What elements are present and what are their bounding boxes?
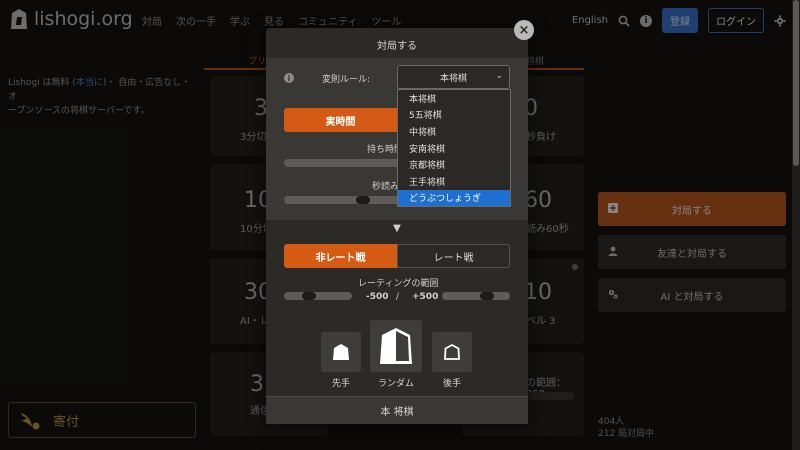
rating-max-value: +500 [412,292,439,302]
rating-separator: / [396,292,400,302]
expand-toggle[interactable]: ▼ [266,220,528,236]
random-label: ランダム [377,379,414,389]
gote-button[interactable] [432,332,472,372]
variant-option[interactable]: 中将棋 [398,123,510,140]
variant-label: 変則ルール: [322,75,371,85]
variant-dropdown: 本将棋 5五将棋 中将棋 安南将棋 京都将棋 王手将棋 どうぶつしょうぎ [397,89,511,208]
close-button[interactable]: × [514,20,534,40]
modal-header: 対局する [266,28,528,58]
random-piece-icon [380,328,412,364]
casual-option[interactable]: 非レート戦 [284,244,397,268]
rating-min-value: -500 [366,292,389,302]
variant-option-highlighted[interactable]: どうぶつしょうぎ [398,189,510,207]
sente-piece-icon [333,344,349,360]
gote-piece-icon [444,343,460,360]
byoyomi-label: 秒読み [372,182,400,192]
rating-max-knob[interactable] [480,292,494,300]
rating-range-label: レーティングの範囲 [358,279,439,289]
time-mode-realtime[interactable]: 実時間 [284,108,397,132]
sente-button[interactable] [321,332,361,372]
variant-select[interactable]: 本将棋 ⌄ [397,65,510,89]
close-icon: × [518,22,530,38]
modal-footer: 本 将棋 [266,396,528,424]
variant-option[interactable]: 安南将棋 [398,140,510,157]
variant-option[interactable]: 本将棋 [398,90,510,107]
side-random[interactable]: ランダム [370,320,422,389]
byoyomi-slider-knob[interactable] [356,196,370,204]
sente-label: 先手 [331,379,350,389]
modal-title: 対局する [377,41,417,52]
chevron-down-icon: ⌄ [495,71,503,81]
variant-option[interactable]: 京都将棋 [398,156,510,173]
rating-min-slider[interactable] [284,292,352,300]
variant-option[interactable]: 5五将棋 [398,107,510,124]
variant-select-value: 本将棋 [439,73,467,84]
caret-down-icon: ▼ [393,222,401,234]
setup-modal: 対局する i 変則ルール: 本将棋 ⌄ 実時間 持ち時間 秒読み ▼ 非レート戦… [266,28,528,424]
side-sente[interactable]: 先手 [321,332,361,389]
variant-info-icon[interactable]: i [284,73,294,83]
rating-max-slider[interactable] [442,292,510,300]
rating-min-knob[interactable] [302,292,316,300]
page-scrollbar[interactable] [792,0,800,450]
rated-toggle: 非レート戦 レート戦 [284,244,510,268]
rated-option[interactable]: レート戦 [397,244,510,268]
scrollbar-thumb[interactable] [793,0,799,166]
variant-option[interactable]: 王手将棋 [398,173,510,190]
gote-label: 後手 [442,379,461,389]
side-gote[interactable]: 後手 [432,332,472,389]
random-button[interactable] [370,320,422,372]
